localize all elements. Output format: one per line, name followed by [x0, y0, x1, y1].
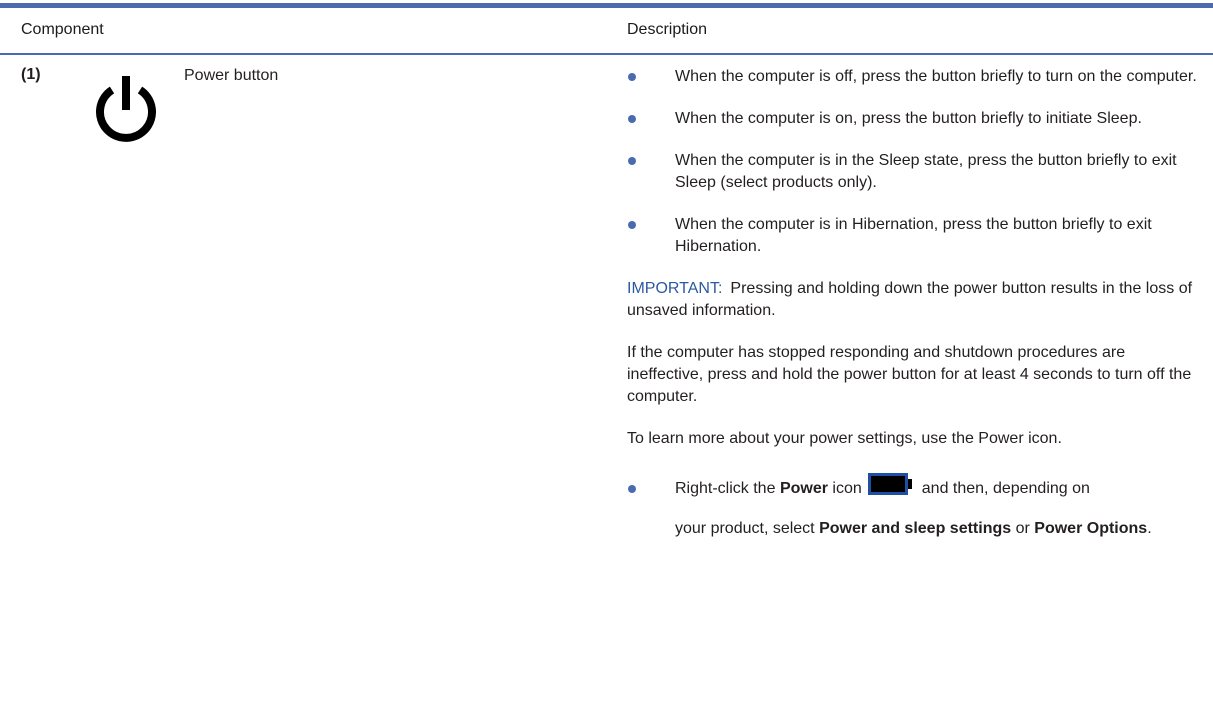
option-power-options: Power Options — [1034, 520, 1148, 537]
bullet-text-part: icon — [832, 480, 862, 497]
important-note: IMPORTANT: Pressing and holding down the … — [627, 278, 1197, 322]
bullet-icon — [628, 221, 636, 229]
table-header-rule — [0, 53, 1213, 55]
bullet-text-part: Right-click the — [675, 480, 776, 497]
bullet-icon — [628, 157, 636, 165]
bullet-text-part: your product, select — [675, 520, 815, 537]
option-power-sleep-settings: Power and sleep settings — [819, 520, 1012, 537]
list-item: When the computer is on, press the butto… — [627, 108, 1197, 130]
callout-number: (1) — [21, 66, 41, 83]
bullet-text-part: and then, depending on — [921, 480, 1090, 497]
list-item: When the computer is in Hibernation, pre… — [627, 214, 1197, 258]
power-icon — [96, 76, 156, 142]
bullet-line-1: Right-click the Power icon and then, depe… — [675, 472, 1197, 500]
battery-icon — [867, 472, 916, 497]
list-item: Right-click the Power icon and then, depe… — [627, 472, 1197, 540]
bullet-line-2: your product, select Power and sleep set… — [675, 520, 1152, 537]
bullet-icon — [628, 115, 636, 123]
header-component: Component — [21, 21, 104, 38]
power-keyword: Power — [779, 480, 828, 497]
list-item: When the computer is in the Sleep state,… — [627, 150, 1197, 194]
header-description: Description — [627, 21, 708, 38]
bullet-text-part: . — [1147, 520, 1152, 537]
list-item: When the computer is off, press the butt… — [627, 66, 1197, 88]
bullet-text-part: or — [1015, 520, 1030, 537]
important-label: IMPORTANT: — [627, 280, 723, 297]
table-header-row: Component Description — [0, 8, 1213, 53]
description-cell: When the computer is off, press the butt… — [627, 66, 1197, 560]
bullet-icon — [628, 485, 636, 493]
bullet-icon — [628, 73, 636, 81]
bullet-text: When the computer is off, press the butt… — [675, 68, 1197, 85]
learn-more-paragraph: To learn more about your power settings,… — [627, 430, 1062, 447]
component-name: Power button — [184, 67, 279, 84]
bullet-text: When the computer is in the Sleep state,… — [675, 152, 1177, 191]
unresponsive-paragraph: If the computer has stopped responding a… — [627, 344, 1192, 405]
bullet-text: When the computer is on, press the butto… — [675, 110, 1142, 127]
bullet-text: When the computer is in Hibernation, pre… — [675, 216, 1152, 255]
